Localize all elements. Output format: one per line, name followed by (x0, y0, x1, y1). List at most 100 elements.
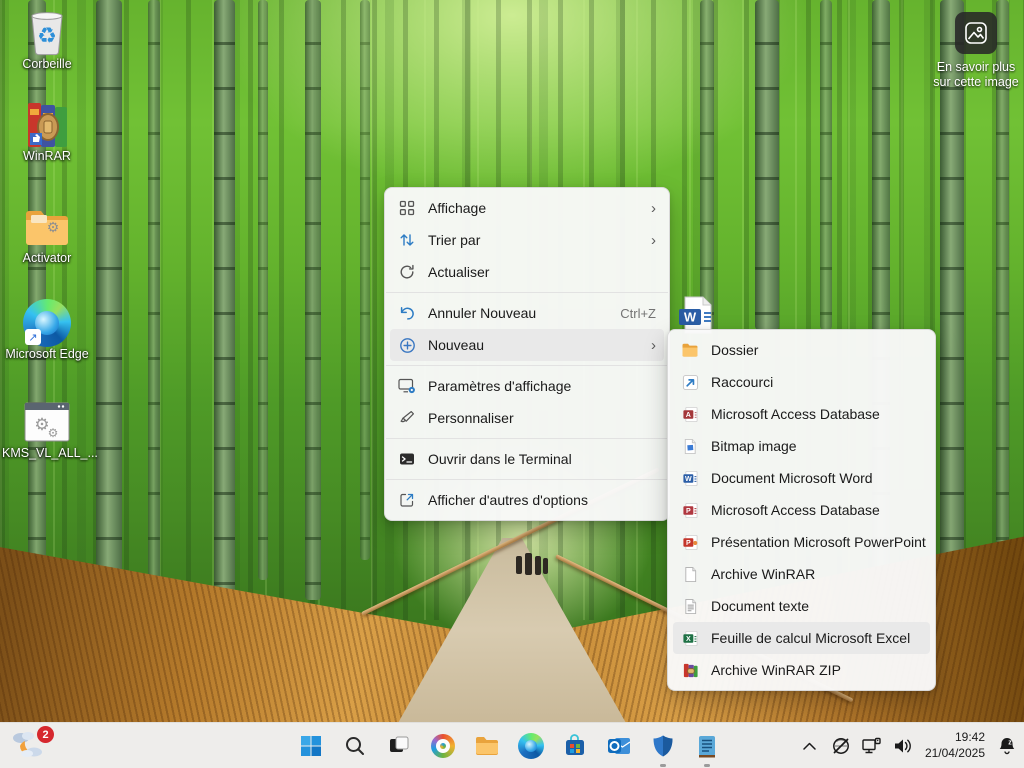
bamboo-stalk (305, 0, 321, 600)
submenu-item-bitmap-image[interactable]: Bitmap image (673, 430, 930, 462)
submenu-item-label: Raccourci (711, 374, 773, 390)
keyboard-shortcut: Ctrl+Z (620, 306, 656, 321)
copilot-button[interactable] (426, 729, 460, 763)
menu-item-actualiser[interactable]: Actualiser (390, 256, 664, 288)
desktop-icon-corbeille[interactable]: ♻ Corbeille (2, 10, 92, 72)
menu-item-personnaliser[interactable]: Personnaliser (390, 402, 664, 434)
outlook-button[interactable] (602, 729, 636, 763)
start-button[interactable] (294, 729, 328, 763)
spotlight-learn-more[interactable]: En savoir plus sur cette image (928, 12, 1024, 90)
submenu-item-label: Feuille de calcul Microsoft Excel (711, 630, 910, 646)
menu-item-parametres-affichage[interactable]: Paramètres d'affichage (390, 370, 664, 402)
edge-button[interactable] (514, 729, 548, 763)
desktop-icon-kms[interactable]: ⚙⚙ KMS_VL_ALL_... (2, 399, 92, 461)
svg-text:⚙: ⚙ (47, 219, 60, 235)
submenu-item-archive-winrar[interactable]: Archive WinRAR (673, 558, 930, 590)
do-not-disturb-bell-icon: z (997, 736, 1017, 756)
svg-text:⚙: ⚙ (48, 426, 59, 440)
no-internet-icon (831, 736, 851, 756)
display-settings-icon (398, 377, 416, 395)
submenu-item-access-database-2[interactable]: P Microsoft Access Database (673, 494, 930, 526)
file-explorer-button[interactable] (470, 729, 504, 763)
menu-item-label: Affichage (428, 200, 486, 216)
menu-item-trier-par[interactable]: Trier par › (390, 224, 664, 256)
menu-item-afficher-autres-options[interactable]: Afficher d'autres d'options (390, 484, 664, 516)
notepad-button[interactable] (690, 729, 724, 763)
chevron-right-icon: › (651, 233, 656, 248)
menu-item-label: Actualiser (428, 264, 489, 280)
submenu-item-label: Document Microsoft Word (711, 470, 873, 486)
menu-separator (386, 365, 668, 366)
hidden-icons-button[interactable] (799, 735, 821, 757)
notification-badge: 2 (37, 726, 54, 743)
desktop-icon-microsoft-edge[interactable]: ↗ Microsoft Edge (2, 300, 92, 362)
blank-file-icon (681, 565, 699, 583)
winrar-books-icon (2, 102, 92, 148)
learn-more-label: En savoir plus sur cette image (928, 60, 1024, 90)
desktop-icon-label: Microsoft Edge (2, 348, 92, 362)
submenu-item-excel-sheet[interactable]: X Feuille de calcul Microsoft Excel (673, 622, 930, 654)
taskbar-clock[interactable]: 19:42 21/04/2025 (923, 730, 987, 761)
nouveau-submenu: Dossier Raccourci A Microsoft Access Dat… (667, 329, 936, 691)
submenu-item-label: Archive WinRAR (711, 566, 815, 582)
notepad-icon (696, 734, 718, 759)
folder-icon (474, 735, 500, 757)
task-view-icon (387, 734, 411, 758)
paintbrush-icon (398, 409, 416, 427)
svg-text:W: W (684, 475, 691, 483)
submenu-item-document-texte[interactable]: Document texte (673, 590, 930, 622)
menu-item-ouvrir-terminal[interactable]: Ouvrir dans le Terminal (390, 443, 664, 475)
submenu-item-word-document[interactable]: W Document Microsoft Word (673, 462, 930, 494)
menu-item-annuler-nouveau[interactable]: Annuler Nouveau Ctrl+Z (390, 297, 664, 329)
winrar-file-icon (681, 661, 699, 679)
terminal-icon (398, 450, 416, 468)
recycle-bin-icon: ♻ (2, 10, 92, 56)
person-silhouette (525, 553, 532, 575)
submenu-item-label: Présentation Microsoft PowerPoint (711, 534, 926, 550)
svg-text:z: z (1008, 740, 1012, 747)
windows-security-button[interactable] (646, 729, 680, 763)
system-tray: 19:42 21/04/2025 z (799, 723, 1018, 768)
desktop-icon-winrar[interactable]: WinRAR (2, 102, 92, 164)
submenu-item-label: Archive WinRAR ZIP (711, 662, 841, 678)
menu-separator (386, 479, 668, 480)
submenu-item-raccourci[interactable]: Raccourci (673, 366, 930, 398)
running-indicator (704, 764, 710, 767)
submenu-item-label: Document texte (711, 598, 809, 614)
window-gears-icon: ⚙⚙ (2, 399, 92, 445)
volume-button[interactable] (892, 735, 914, 757)
chevron-up-icon (803, 742, 816, 750)
bamboo-stalk (360, 0, 370, 560)
menu-item-affichage[interactable]: Affichage › (390, 192, 664, 224)
menu-item-nouveau[interactable]: Nouveau › (390, 329, 664, 361)
open-external-icon (398, 491, 416, 509)
task-view-button[interactable] (382, 729, 416, 763)
menu-item-label: Annuler Nouveau (428, 305, 536, 321)
outlook-icon (607, 734, 632, 758)
search-button[interactable] (338, 729, 372, 763)
svg-text:♻: ♻ (37, 23, 57, 48)
notification-center-button[interactable]: z (996, 735, 1018, 757)
powerpoint-file-icon: P (681, 533, 699, 551)
menu-item-label: Ouvrir dans le Terminal (428, 451, 572, 467)
network-button[interactable] (861, 735, 883, 757)
bamboo-stalk (96, 0, 122, 620)
submenu-item-dossier[interactable]: Dossier (673, 334, 930, 366)
running-indicator (660, 764, 666, 767)
widgets-button[interactable]: 2 (8, 726, 56, 766)
bamboo-stalk (214, 0, 235, 620)
svg-text:X: X (685, 635, 690, 643)
desktop-icon-activator[interactable]: ⚙ Activator (2, 204, 92, 266)
menu-separator (386, 438, 668, 439)
edge-icon: ↗ (2, 300, 92, 346)
submenu-item-access-database[interactable]: A Microsoft Access Database (673, 398, 930, 430)
ethernet-icon (861, 737, 882, 756)
grid-icon (398, 199, 416, 217)
word-file-icon: W (681, 469, 699, 487)
submenu-item-powerpoint-presentation[interactable]: P Présentation Microsoft PowerPoint (673, 526, 930, 558)
edge-icon (518, 733, 544, 759)
desktop-context-menu: Affichage › Trier par › Actualiser Annul… (384, 187, 670, 521)
no-internet-button[interactable] (830, 735, 852, 757)
submenu-item-archive-winrar-zip[interactable]: Archive WinRAR ZIP (673, 654, 930, 686)
microsoft-store-button[interactable] (558, 729, 592, 763)
